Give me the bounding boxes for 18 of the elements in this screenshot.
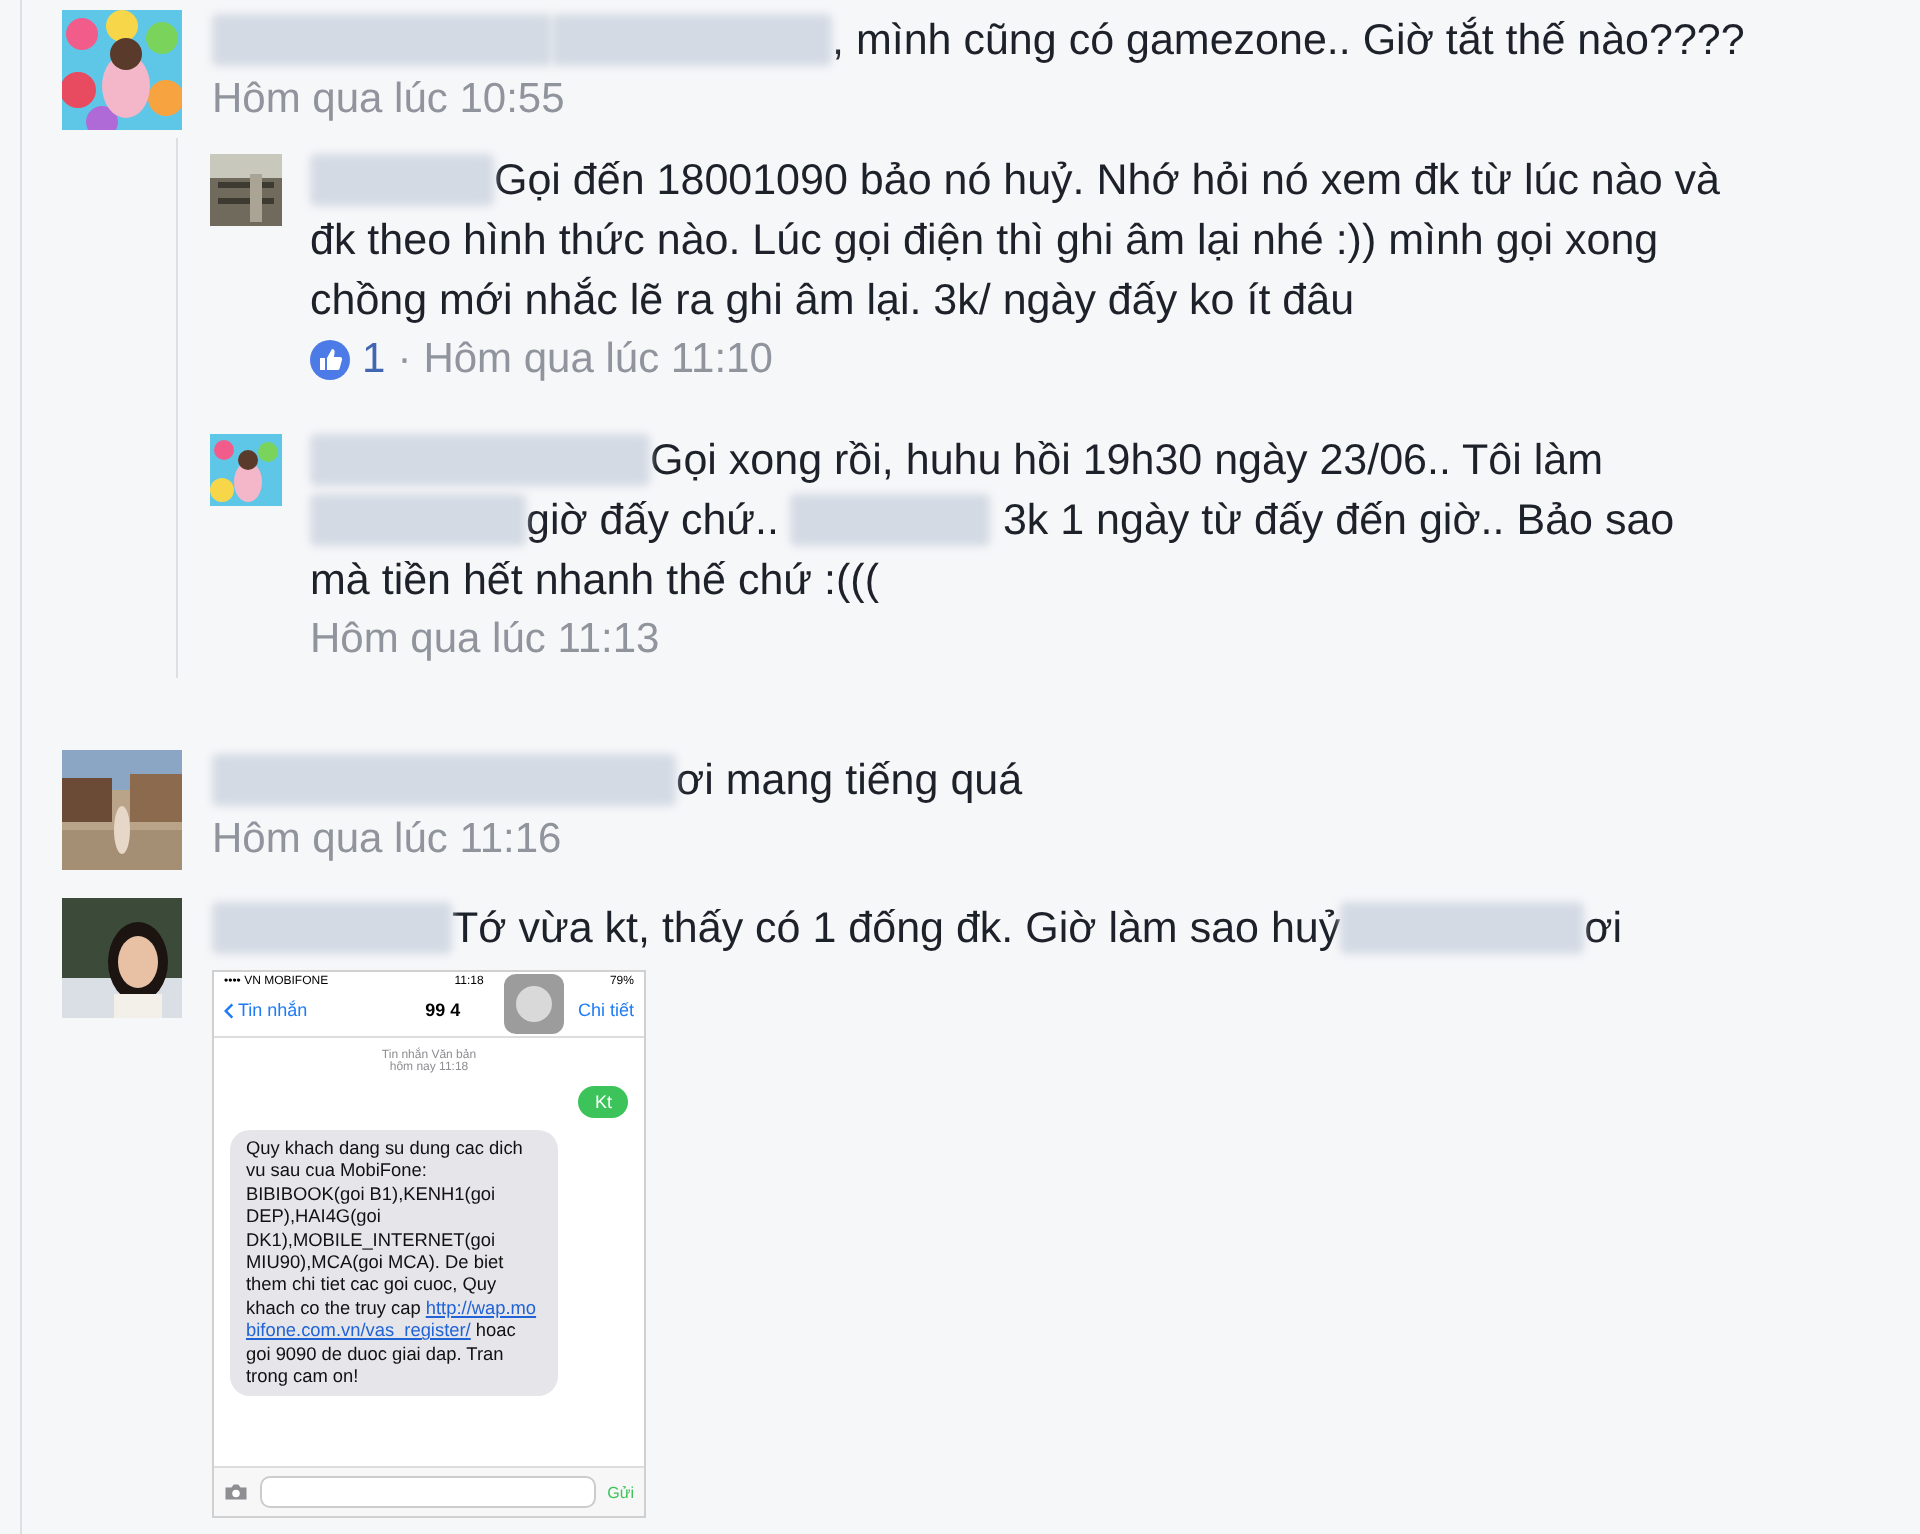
timestamp-link[interactable]: Hôm qua lúc 11:13 — [310, 616, 660, 664]
send-label: Gửi — [607, 1483, 634, 1501]
timestamp-link[interactable]: Hôm qua lúc 10:55 — [212, 76, 565, 124]
reply-text: Gọi xong rồi, huhu hồi 19h30 ngày 23/06.. Tôi làm giờ đấy chứ.. 3k 1 ngày từ đấy đến giờ.. Bảo sao mà tiền hết nhanh thế chứ :((( — [310, 432, 1677, 608]
back-chevron-icon — [224, 1001, 234, 1019]
like-icon — [310, 340, 350, 380]
camera-icon — [224, 1482, 248, 1502]
separator-dot: · — [397, 336, 412, 384]
chat-title: 99 4 — [425, 1000, 461, 1020]
comment-text: Tớ vừa kt, thấy có 1 đống đk. Giờ làm sao huỷ ơi — [212, 898, 1752, 958]
timestamp-link[interactable]: Hôm qua lúc 11:10 — [423, 336, 773, 384]
like-count[interactable]: 1 — [362, 336, 386, 384]
timestamp-link[interactable]: Hôm qua lúc 11:16 — [212, 816, 562, 864]
reply-text: Gọi đến 18001090 bảo nó huỷ. Nhớ hỏi nó xem đk từ lúc nào và đk theo hình thức nào. Lúc gọi điện thì ghi âm lại nhé :)) mình gọi xong chồng mới nhắc lẽ ra ghi âm lại. 3k/ ngày đấy ko ít đâu — [310, 152, 1722, 328]
received-bubble: Quy khach dang su dung cac dich vu sau cua MobiFone: BIBIBOOK(goi B1),KENH1(goi DEP),HAI4G(goi DK1),MOBILE_INTERNET(goi MIU90),MCA(goi MCA). De biet them chi tiet cac goi cuoc, Quy khach co the truy cap http://wap.mobifone.com.vn/vas_register/ hoac goi 9090 de duoc giai dap. Tran trong cam on! — [230, 1130, 558, 1397]
comment-text: ơi mang tiếng quá — [212, 750, 1752, 810]
sent-bubble: Kt — [578, 1086, 628, 1118]
comment-text: , mình cũng có gamezone.. Giờ tắt thế nào???? — [212, 10, 1752, 70]
